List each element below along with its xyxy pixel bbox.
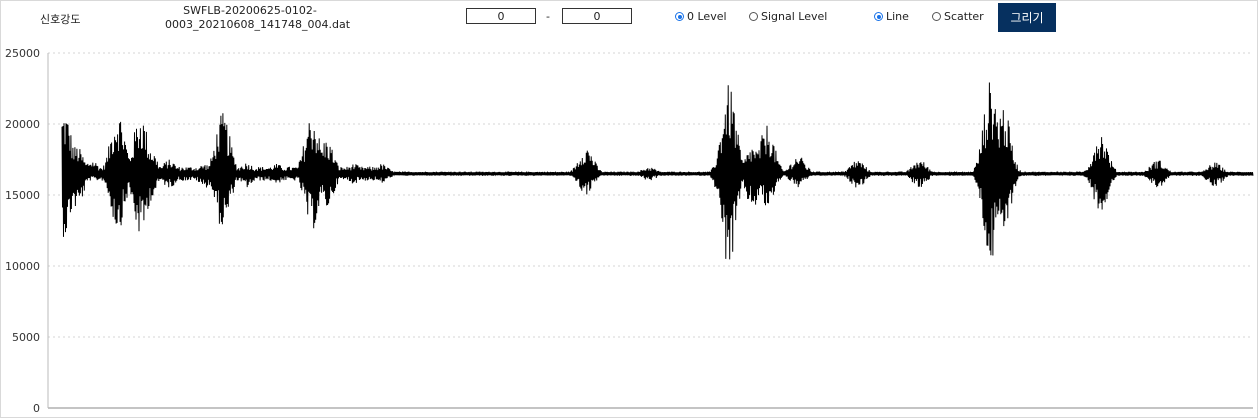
y-tick-label: 20000 [5, 118, 40, 131]
range-start-input[interactable] [466, 8, 536, 24]
signal-strength-label: 신호강도 [40, 13, 81, 26]
y-tick-label: 0 [33, 402, 40, 415]
radio-unselected-icon[interactable] [932, 12, 941, 21]
y-tick-label: 25000 [5, 47, 40, 60]
y-tick-label: 10000 [5, 260, 40, 273]
radio-line-label: Line [886, 10, 909, 23]
radio-selected-icon[interactable] [675, 12, 684, 21]
y-tick-label: 5000 [12, 331, 40, 344]
range-separator: - [546, 10, 550, 23]
radio-unselected-icon[interactable] [749, 12, 758, 21]
radio-zero-level[interactable]: 0 Level [675, 10, 727, 23]
draw-button[interactable]: 그리기 [998, 3, 1056, 32]
radio-line[interactable]: Line [874, 10, 909, 23]
radio-scatter-label: Scatter [944, 10, 984, 23]
radio-zero-level-label: 0 Level [687, 10, 727, 23]
radio-signal-level-label: Signal Level [761, 10, 828, 23]
y-tick-label: 15000 [5, 189, 40, 202]
range-end-input[interactable] [562, 8, 632, 24]
signal-chart: 0 5000 10000 15000 20000 25000 [5, 47, 1254, 415]
file-name-line-1: SWFLB-20200625-0102- [183, 4, 317, 17]
file-name: SWFLB-20200625-0102- 0003_20210608_14174… [165, 4, 351, 32]
radio-scatter[interactable]: Scatter [932, 10, 984, 23]
signal-series-line [61, 82, 1254, 260]
radio-signal-level[interactable]: Signal Level [749, 10, 827, 23]
file-name-line-2: 0003_20210608_141748_004.dat [165, 18, 351, 31]
radio-selected-icon[interactable] [874, 12, 883, 21]
